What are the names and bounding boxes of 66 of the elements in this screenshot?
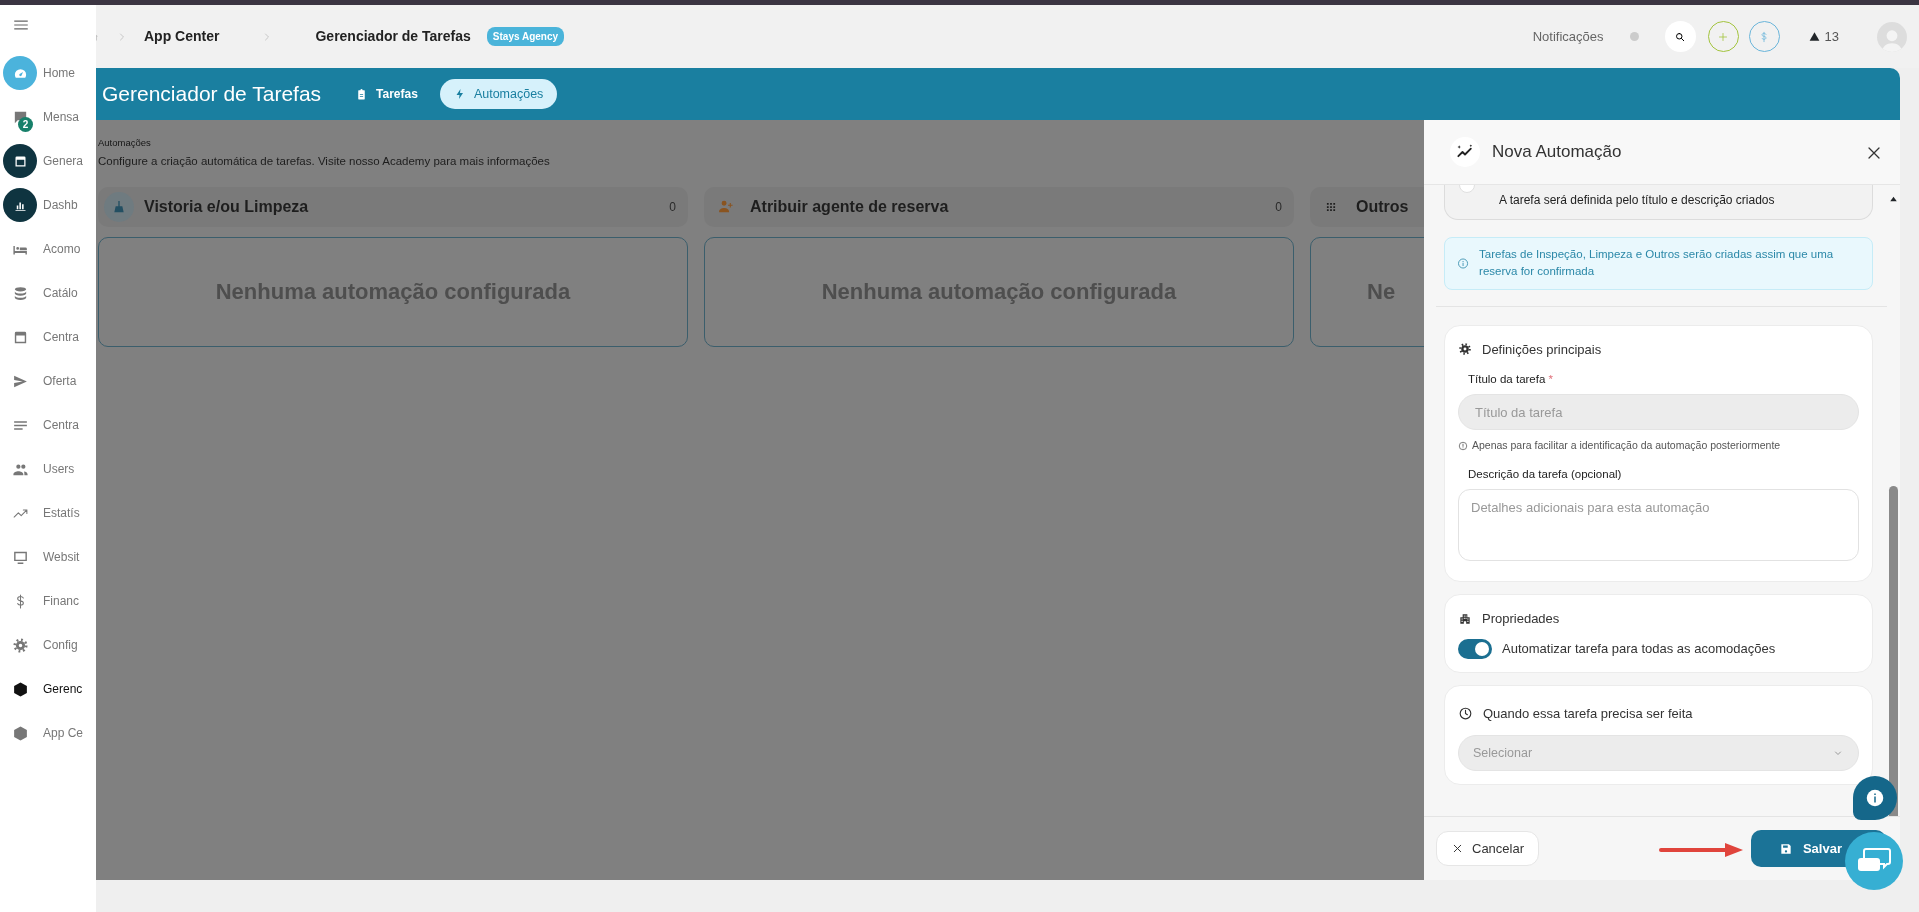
card-heading: Quando essa tarefa precisa ser feita	[1483, 704, 1693, 723]
select-dropdown[interactable]: Selecionar	[1458, 735, 1859, 772]
building-icon	[1458, 612, 1472, 626]
toggle-label: Automatizar tarefa para todas as acomodações	[1502, 640, 1776, 658]
agency-badge: Stays Agency	[486, 27, 565, 46]
count-badge: 2	[18, 117, 33, 132]
card-heading: Propriedades	[1482, 610, 1560, 629]
breadcrumb-link[interactable]: Gerenciador de Tarefas	[315, 26, 471, 47]
info-icon	[1458, 441, 1468, 452]
sidebar-item[interactable]: Acomo	[0, 227, 96, 271]
sidebar-item[interactable]: Dashb	[0, 183, 96, 227]
description-input[interactable]: Detalhes adicionais para esta automação	[1458, 489, 1859, 562]
sidebar-item[interactable]: Config	[0, 623, 96, 667]
sidebar-item[interactable]: Financ	[0, 579, 96, 623]
alert-count[interactable]: 13	[1824, 26, 1839, 47]
option-description: A tarefa será definida pelo título e descrição criados	[1498, 192, 1776, 209]
drawer-title: Nova Automação	[1492, 141, 1622, 164]
info-icon	[1457, 255, 1470, 271]
card-heading: Definições principais	[1482, 340, 1602, 359]
notifications-link[interactable]: Notificações	[1532, 26, 1604, 47]
field-hint: Apenas para facilitar a identificação da automação posteriormente	[1472, 438, 1781, 454]
sidebar-item[interactable]: Users	[0, 447, 96, 491]
option-card[interactable]: A tarefa será definida pelo título e descrição criados	[1444, 185, 1873, 220]
tab[interactable]: Automações	[439, 78, 558, 110]
column-title: Atribuir agente de reserva	[750, 196, 949, 217]
cancel-button[interactable]: Cancelar	[1436, 830, 1540, 867]
sidebar-item[interactable]: Oferta	[0, 359, 96, 403]
tab[interactable]: Tarefas	[341, 78, 432, 110]
column-count: 0	[1275, 198, 1282, 216]
chat-button[interactable]	[1845, 832, 1903, 890]
gear-icon	[11, 636, 29, 654]
column-count: 0	[669, 198, 676, 216]
scrollbar-thumb[interactable]	[1889, 486, 1898, 816]
info-icon	[1866, 789, 1884, 807]
section-label: Automações	[98, 136, 152, 150]
sidebar-item[interactable]: Home	[0, 51, 96, 95]
sidebar-item[interactable]: 2 Mensa	[0, 95, 96, 139]
page-title: Gerenciador de Tarefas	[102, 81, 322, 108]
sidebar-item[interactable]: Gerenc	[0, 667, 96, 711]
column-title: Vistoria e/ou Limpeza	[144, 196, 309, 217]
sidebar-item[interactable]: Centra	[0, 403, 96, 447]
field-label: Descrição da tarefa (opcional)	[1468, 468, 1622, 480]
status-dot	[1629, 32, 1639, 41]
toggle-switch[interactable]	[1458, 638, 1492, 659]
clock-icon	[1458, 706, 1473, 721]
sidebar-item[interactable]: Genera	[0, 139, 96, 183]
sidebar-item[interactable]: Websit	[0, 535, 96, 579]
gear-icon	[1458, 342, 1472, 357]
sidebar-item[interactable]: Catálo	[0, 271, 96, 315]
field-label: Título da tarefa	[1468, 373, 1546, 385]
search-icon	[1674, 30, 1687, 43]
close-icon	[1451, 842, 1464, 855]
cube-icon	[11, 680, 29, 698]
warning-icon	[1807, 30, 1821, 43]
sidebar-item[interactable]: Estatís	[0, 491, 96, 535]
person-add-icon	[716, 198, 734, 215]
cube-icon	[11, 724, 29, 742]
sidebar-item[interactable]: Centra	[0, 315, 96, 359]
alert-text: Tarefas de Inspeção, Limpeza e Outros serão criadas assim que uma reserva for confirmada	[1479, 247, 1835, 280]
section-description: Configure a criação automática de tarefas. Visite nosso Academy para mais informações	[98, 154, 551, 170]
title-input[interactable]: Título da tarefa	[1458, 394, 1859, 431]
sidebar-item[interactable]: App Ce	[0, 711, 96, 755]
required-mark: *	[1548, 373, 1554, 385]
search-button[interactable]	[1664, 21, 1696, 52]
breadcrumb-link[interactable]: App Center	[144, 26, 220, 47]
column-title: Outros	[1356, 196, 1409, 217]
